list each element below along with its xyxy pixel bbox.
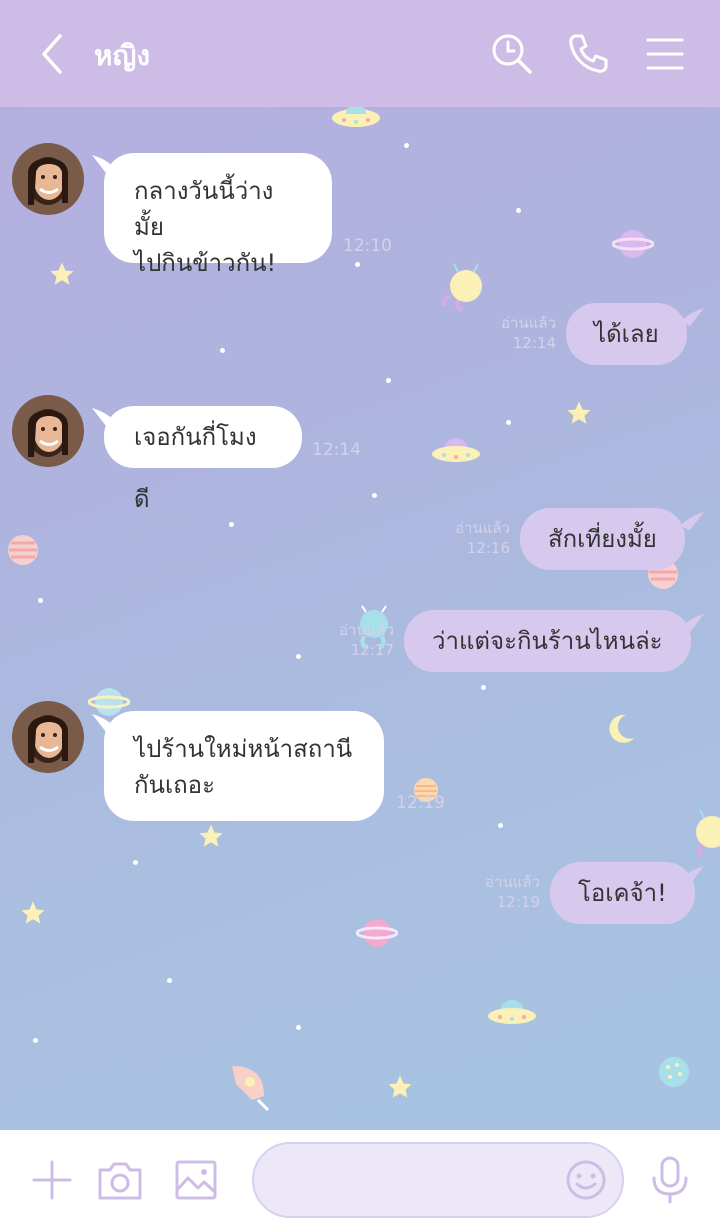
avatar[interactable] (12, 143, 84, 215)
moon-icon (609, 714, 634, 743)
camera-icon[interactable] (96, 1156, 144, 1204)
message-bubble[interactable]: กลางวันนี้ว่างมั้ย ไปกินข้าวกัน! (104, 153, 332, 277)
moon-icon (213, 600, 240, 623)
message-time: 12:10 (343, 236, 392, 256)
emoji-icon[interactable] (564, 1158, 608, 1202)
message-bubble[interactable]: ไปร้านใหม่หน้าสถานี กันเถอะ (104, 711, 384, 821)
avatar[interactable] (12, 395, 84, 467)
read-receipt: อ่านแล้ว 12:16 (455, 519, 510, 557)
chat-screen: หญิง กลางวันนี้ว่างมั้ย ไปกินข้าวกัน! 12… (0, 0, 720, 1232)
planet-icon (659, 1057, 689, 1087)
alien-icon (441, 263, 482, 312)
menu-icon[interactable] (642, 30, 690, 78)
message-bubble[interactable]: ได้เลย (566, 303, 687, 365)
read-receipt: อ่านแล้ว 12:14 (501, 314, 556, 352)
image-icon[interactable] (172, 1156, 220, 1204)
message-text: ไปกินข้าวกัน! (134, 249, 277, 277)
message-text: กันเถอะ (134, 771, 215, 799)
planet-icon (8, 535, 38, 565)
search-icon[interactable] (488, 30, 536, 78)
chat-title: หญิง (94, 39, 150, 72)
moon-icon (111, 989, 138, 1012)
star-icon (21, 901, 45, 924)
message-text: เจอกันกี่โมงดี (134, 423, 257, 513)
ufo-icon (432, 438, 480, 462)
message-text: ไปร้านใหม่หน้าสถานี (134, 735, 353, 763)
ufo-icon (332, 104, 380, 127)
avatar[interactable] (12, 701, 84, 773)
message-text: โอเคจ้า! (578, 879, 667, 907)
star-icon (50, 262, 74, 285)
star-icon (388, 1075, 412, 1098)
message-text: กลางวันนี้ว่างมั้ย (134, 177, 274, 241)
chat-header: หญิง (0, 0, 720, 107)
star-icon (199, 824, 223, 847)
message-text: ว่าแต่จะกินร้านไหนล่ะ (432, 627, 663, 655)
planet-icon (356, 919, 398, 947)
read-receipt: อ่านแล้ว 12:17 (339, 621, 394, 659)
microphone-icon[interactable] (648, 1154, 692, 1204)
message-bubble[interactable]: โอเคจ้า! (550, 862, 695, 924)
message-bubble[interactable]: เจอกันกี่โมงดี (104, 406, 302, 513)
rocket-icon (232, 1066, 270, 1112)
plus-icon[interactable] (30, 1158, 74, 1202)
read-receipt: อ่านแล้ว 12:19 (485, 873, 540, 911)
back-icon[interactable] (34, 30, 74, 78)
phone-icon[interactable] (564, 30, 612, 78)
message-bubble[interactable]: ว่าแต่จะกินร้านไหนล่ะ (404, 610, 691, 672)
message-bubble[interactable]: สักเที่ยงมั้ย (520, 508, 685, 570)
alien-icon (696, 809, 720, 858)
message-text: สักเที่ยงมั้ย (548, 525, 657, 553)
star-icon (567, 401, 591, 424)
message-time: 12:14 (312, 440, 361, 460)
planet-icon (612, 230, 654, 258)
message-time: 12:19 (396, 793, 445, 813)
ufo-icon (488, 1000, 536, 1024)
message-text: ได้เลย (594, 320, 659, 348)
